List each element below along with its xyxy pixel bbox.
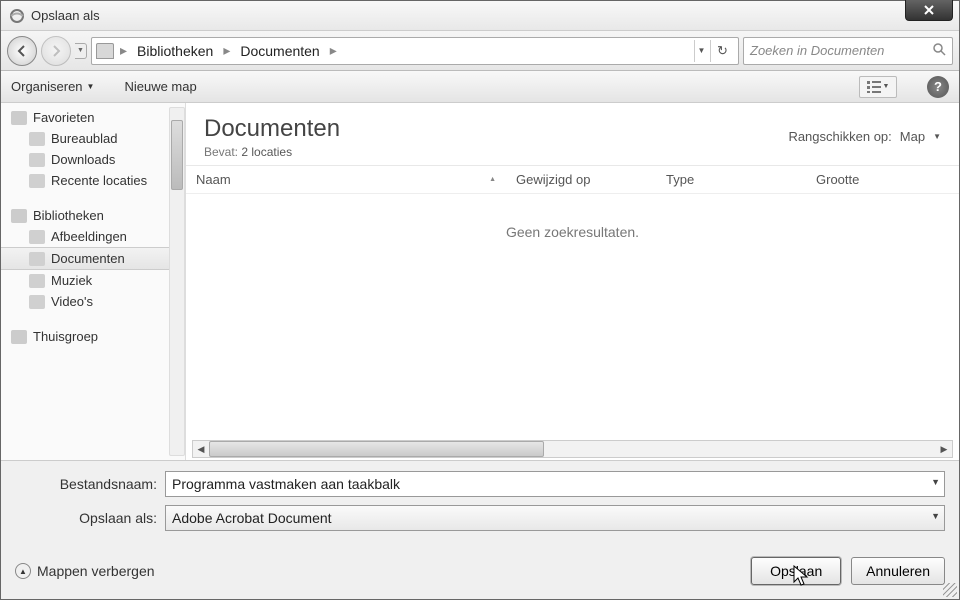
sidebar-favorites[interactable]: Favorieten (1, 107, 185, 128)
body: Favorieten Bureaublad Downloads Recente … (1, 103, 959, 460)
sidebar-item-documents[interactable]: Documenten (1, 247, 185, 270)
filename-input[interactable]: Programma vastmaken aan taakbalk ▼ (165, 471, 945, 497)
search-icon (932, 42, 946, 59)
filename-dropdown[interactable]: ▼ (931, 477, 940, 487)
search-placeholder: Zoeken in Documenten (750, 43, 884, 58)
column-headers: Naam▲ Gewijzigd op Type Grootte (186, 166, 959, 194)
sidebar-item-desktop[interactable]: Bureaublad (1, 128, 185, 149)
sidebar-item-music[interactable]: Muziek (1, 270, 185, 291)
footer: ▲ Mappen verbergen Opslaan Annuleren (1, 545, 959, 599)
view-options-button[interactable]: ▼ (859, 76, 897, 98)
sidebar-item-downloads[interactable]: Downloads (1, 149, 185, 170)
sidebar-item-pictures[interactable]: Afbeeldingen (1, 226, 185, 247)
filetype-dropdown[interactable]: ▼ (931, 511, 940, 521)
homegroup-icon (11, 330, 27, 344)
app-icon (9, 8, 25, 24)
scroll-left-button[interactable]: ◀ (193, 441, 209, 457)
breadcrumb-separator: ▸ (221, 42, 232, 59)
back-button[interactable] (7, 36, 37, 66)
close-icon (923, 4, 935, 16)
close-button[interactable] (905, 0, 953, 21)
sidebar: Favorieten Bureaublad Downloads Recente … (1, 103, 186, 460)
breadcrumb-item[interactable]: Documenten (236, 41, 323, 61)
arrange-by[interactable]: Rangschikken op: Map ▼ (788, 115, 941, 144)
scrollbar-thumb[interactable] (171, 120, 183, 190)
forward-button[interactable] (41, 36, 71, 66)
save-button[interactable]: Opslaan (751, 557, 841, 585)
libraries-icon (11, 209, 27, 223)
navbar: ▼ ▸ Bibliotheken ▸ Documenten ▸ ▼ ↻ Zoek… (1, 31, 959, 71)
history-dropdown[interactable]: ▼ (75, 43, 87, 59)
organize-menu[interactable]: Organiseren▼ (11, 79, 94, 94)
titlebar: Opslaan als (1, 1, 959, 31)
view-icon (867, 81, 881, 93)
pictures-icon (29, 230, 45, 244)
filetype-select[interactable]: Adobe Acrobat Document ▼ (165, 505, 945, 531)
chevron-up-icon: ▲ (15, 563, 31, 579)
column-name[interactable]: Naam▲ (196, 172, 516, 187)
sidebar-libraries[interactable]: Bibliotheken (1, 205, 185, 226)
scroll-track[interactable] (209, 441, 936, 457)
breadcrumb-dropdown[interactable]: ▼ (694, 40, 708, 62)
arrow-right-icon (49, 44, 63, 58)
location-subtext: Bevat: 2 locaties (204, 145, 340, 159)
save-as-dialog: Opslaan als ▼ ▸ Bibliotheken ▸ Documente… (0, 0, 960, 600)
videos-icon (29, 295, 45, 309)
sidebar-item-recent[interactable]: Recente locaties (1, 170, 185, 191)
scroll-right-button[interactable]: ▶ (936, 441, 952, 457)
location-heading: Documenten (204, 115, 340, 143)
scroll-thumb[interactable] (209, 441, 544, 457)
folder-icon (96, 43, 114, 59)
resize-grip[interactable] (943, 583, 957, 597)
arrow-left-icon (15, 44, 29, 58)
documents-icon (29, 252, 45, 266)
hide-folders-toggle[interactable]: ▲ Mappen verbergen (15, 563, 155, 579)
help-button[interactable]: ? (927, 76, 949, 98)
new-folder-button[interactable]: Nieuwe map (124, 79, 196, 94)
main-header: Documenten Bevat: 2 locaties Rangschikke… (186, 103, 959, 166)
breadcrumb-separator: ▸ (118, 42, 129, 59)
main-pane: Documenten Bevat: 2 locaties Rangschikke… (186, 103, 959, 460)
column-size[interactable]: Grootte (816, 172, 949, 187)
breadcrumb-item[interactable]: Bibliotheken (133, 41, 217, 61)
cancel-button[interactable]: Annuleren (851, 557, 945, 585)
sort-asc-icon: ▲ (489, 176, 516, 183)
empty-state: Geen zoekresultaten. (186, 194, 959, 438)
column-modified[interactable]: Gewijzigd op (516, 172, 666, 187)
toolbar: Organiseren▼ Nieuwe map ▼ ? (1, 71, 959, 103)
star-icon (11, 111, 27, 125)
save-fields: Bestandsnaam: Programma vastmaken aan ta… (1, 460, 959, 545)
window-title: Opslaan als (31, 8, 100, 23)
horizontal-scrollbar[interactable]: ◀ ▶ (192, 440, 953, 458)
column-type[interactable]: Type (666, 172, 816, 187)
sidebar-item-videos[interactable]: Video's (1, 291, 185, 312)
filename-label: Bestandsnaam: (15, 476, 165, 492)
search-input[interactable]: Zoeken in Documenten (743, 37, 953, 65)
saveas-label: Opslaan als: (15, 510, 165, 526)
sidebar-scrollbar[interactable] (169, 107, 185, 456)
recent-icon (29, 174, 45, 188)
downloads-icon (29, 153, 45, 167)
sidebar-homegroup[interactable]: Thuisgroep (1, 326, 185, 347)
breadcrumb[interactable]: ▸ Bibliotheken ▸ Documenten ▸ ▼ ↻ (91, 37, 739, 65)
desktop-icon (29, 132, 45, 146)
refresh-button[interactable]: ↻ (710, 40, 734, 62)
breadcrumb-separator: ▸ (328, 42, 339, 59)
music-icon (29, 274, 45, 288)
